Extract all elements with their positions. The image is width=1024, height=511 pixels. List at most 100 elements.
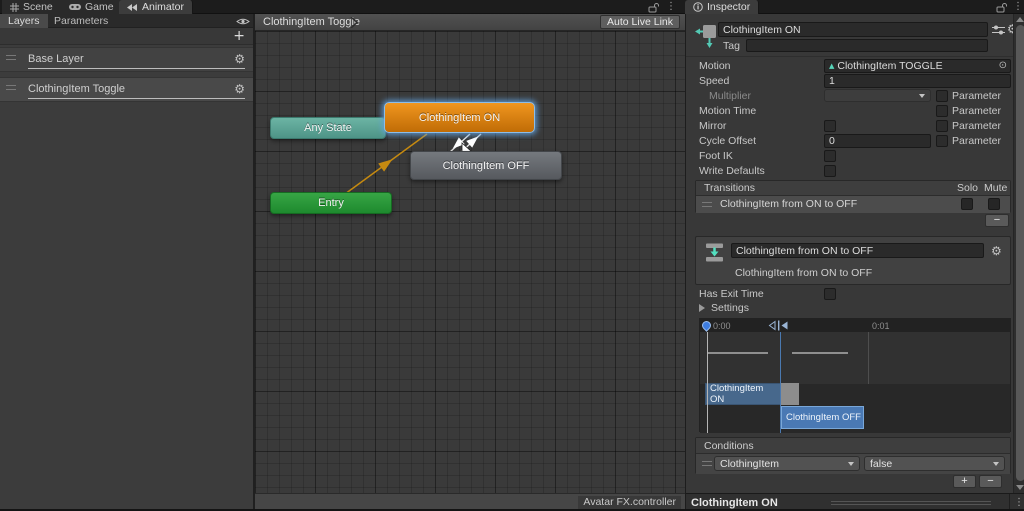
tab-animator[interactable]: Animator: [119, 0, 194, 14]
tab-parameters[interactable]: Parameters: [46, 14, 116, 28]
transition-gear-icon[interactable]: ⚙: [991, 245, 1002, 257]
cycle-offset-value: 0: [829, 135, 835, 147]
timeline-playhead-line[interactable]: [707, 332, 708, 433]
settings-foldout-icon[interactable]: [699, 304, 705, 312]
layer-weight-slider[interactable]: [28, 68, 245, 69]
condition-row: ClothingItem false: [696, 454, 1010, 474]
drag-handle-icon[interactable]: [702, 461, 712, 466]
cycle-offset-parameter-checkbox[interactable]: [936, 135, 948, 147]
transition-list-item[interactable]: ClothingItem from ON to OFF: [696, 196, 1010, 213]
speed-field[interactable]: 1: [824, 74, 1011, 88]
preview-title: ClothingItem ON: [691, 497, 778, 509]
mirror-label: Mirror: [699, 120, 727, 132]
kebab-menu-icon[interactable]: ⋮: [666, 2, 676, 12]
conditions-title: Conditions: [704, 440, 754, 452]
layer-gear-icon[interactable]: ⚙: [234, 83, 245, 95]
scrollbar-thumb[interactable]: [1015, 25, 1024, 481]
remove-transition-button[interactable]: −: [985, 214, 1009, 227]
tab-game[interactable]: Game: [61, 0, 123, 14]
condition-parameter-value: ClothingItem: [720, 457, 779, 470]
add-condition-button[interactable]: +: [953, 475, 976, 488]
write-defaults-checkbox[interactable]: [824, 165, 836, 177]
cycle-offset-field[interactable]: 0: [824, 134, 931, 148]
auto-live-link-button[interactable]: Auto Live Link: [600, 15, 680, 29]
layer-name: ClothingItem Toggle: [28, 83, 126, 95]
write-defaults-label: Write Defaults: [699, 165, 765, 177]
playhead-pin-icon[interactable]: [700, 319, 713, 332]
breadcrumb[interactable]: ClothingItem Toggle: [263, 16, 360, 28]
transition-timeline[interactable]: 0:00 0:01 ClothingItem ON ClothingItem O…: [699, 318, 1011, 433]
scroll-down-icon[interactable]: [1016, 485, 1024, 490]
motion-time-parameter-checkbox[interactable]: [936, 105, 948, 117]
parameter-label: Parameter: [952, 105, 1002, 117]
foot-ik-checkbox[interactable]: [824, 150, 836, 162]
condition-value-dropdown[interactable]: false: [864, 456, 1005, 471]
settings-label[interactable]: Settings: [711, 302, 749, 314]
tab-inspector[interactable]: Inspector: [685, 0, 760, 14]
state-name-field[interactable]: ClothingItem ON: [718, 22, 988, 37]
mute-checkbox[interactable]: [988, 198, 1000, 210]
mirror-parameter-checkbox[interactable]: [936, 120, 948, 132]
state-node-any-state[interactable]: Any State: [270, 117, 386, 139]
state-node-entry[interactable]: Entry: [270, 192, 392, 214]
tab-animator-label: Animator: [142, 1, 185, 13]
drag-handle-icon[interactable]: [702, 202, 712, 207]
transition-item-label: ClothingItem from ON to OFF: [720, 198, 858, 210]
breadcrumb-bar: ClothingItem Toggle Auto Live Link: [255, 14, 685, 31]
object-picker-icon[interactable]: ⊙: [999, 61, 1007, 71]
presets-icon[interactable]: [992, 24, 1005, 36]
add-layer-button[interactable]: +: [233, 29, 245, 43]
timeline-ruler[interactable]: 0:00 0:01: [700, 319, 1010, 332]
parameter-label: Parameter: [952, 120, 1002, 132]
drag-handle-icon[interactable]: [6, 85, 16, 90]
state-node-clothingitem-on[interactable]: ClothingItem ON: [384, 102, 535, 133]
graph-canvas[interactable]: Any State ClothingItem ON ClothingItem O…: [255, 31, 685, 493]
animation-clip-icon: ▲: [829, 61, 835, 70]
animator-icon: [127, 3, 137, 11]
transition-handles-icon[interactable]: [768, 320, 790, 331]
controller-path: Avatar FX.controller: [578, 496, 681, 509]
condition-parameter-dropdown[interactable]: ClothingItem: [714, 456, 860, 471]
layer-gear-icon[interactable]: ⚙: [234, 53, 245, 65]
timeline-block-off[interactable]: ClothingItem OFF: [781, 406, 864, 429]
preview-kebab-icon[interactable]: ⋮: [1014, 498, 1024, 508]
transition-start-line[interactable]: [780, 332, 781, 433]
eye-icon[interactable]: [236, 17, 250, 26]
timeline-end-label: 0:01: [872, 321, 890, 331]
mirror-checkbox[interactable]: [824, 120, 836, 132]
state-name-value: ClothingItem ON: [723, 23, 801, 36]
solo-checkbox[interactable]: [961, 198, 973, 210]
state-node-clothingitem-off[interactable]: ClothingItem OFF: [410, 151, 562, 180]
tab-game-label: Game: [85, 1, 114, 13]
layer-weight-slider[interactable]: [28, 98, 245, 99]
motion-label: Motion: [699, 60, 731, 72]
splitter-grip-icon[interactable]: [831, 501, 991, 505]
unity-editor-window: Scene Game Animator ⋮ Inspector ⋮ Layers…: [0, 0, 1024, 511]
motion-field[interactable]: ▲ ClothingItem TOGGLE ⊙: [824, 59, 1011, 73]
scroll-up-icon[interactable]: [1016, 17, 1024, 22]
multiplier-parameter-checkbox[interactable]: [936, 90, 948, 102]
tab-layers[interactable]: Layers: [0, 14, 48, 28]
transition-name-field[interactable]: ClothingItem from ON to OFF: [731, 243, 984, 258]
multiplier-dropdown[interactable]: [824, 89, 931, 102]
dropdown-arrow-icon: [848, 461, 854, 466]
inspector-panel: ClothingItem ON ⚙ Tag Motion ▲ ClothingI…: [685, 14, 1024, 511]
inspector-scrollbar[interactable]: [1013, 14, 1024, 493]
remove-condition-button[interactable]: −: [979, 475, 1002, 488]
transition-arrows: [344, 133, 482, 195]
layer-row-clothingitem-toggle[interactable]: ClothingItem Toggle ⚙: [0, 77, 253, 102]
drag-handle-icon[interactable]: [6, 55, 16, 60]
layer-toolbar: +: [0, 28, 253, 45]
lock-icon[interactable]: [648, 2, 659, 13]
tab-scene[interactable]: Scene: [2, 0, 62, 14]
motion-time-label: Motion Time: [699, 105, 757, 117]
inspector-lock-icon[interactable]: [996, 2, 1007, 13]
side-panel-tabs: Layers Parameters: [0, 14, 253, 28]
transition-icon: [706, 243, 723, 262]
layer-row-base[interactable]: Base Layer ⚙: [0, 47, 253, 72]
has-exit-time-checkbox[interactable]: [824, 288, 836, 300]
tag-field[interactable]: [746, 39, 988, 52]
inspector-kebab-icon[interactable]: ⋮: [1013, 2, 1023, 12]
timeline-block-on[interactable]: ClothingItem ON: [705, 383, 781, 405]
transition-name-value: ClothingItem from ON to OFF: [736, 244, 874, 257]
